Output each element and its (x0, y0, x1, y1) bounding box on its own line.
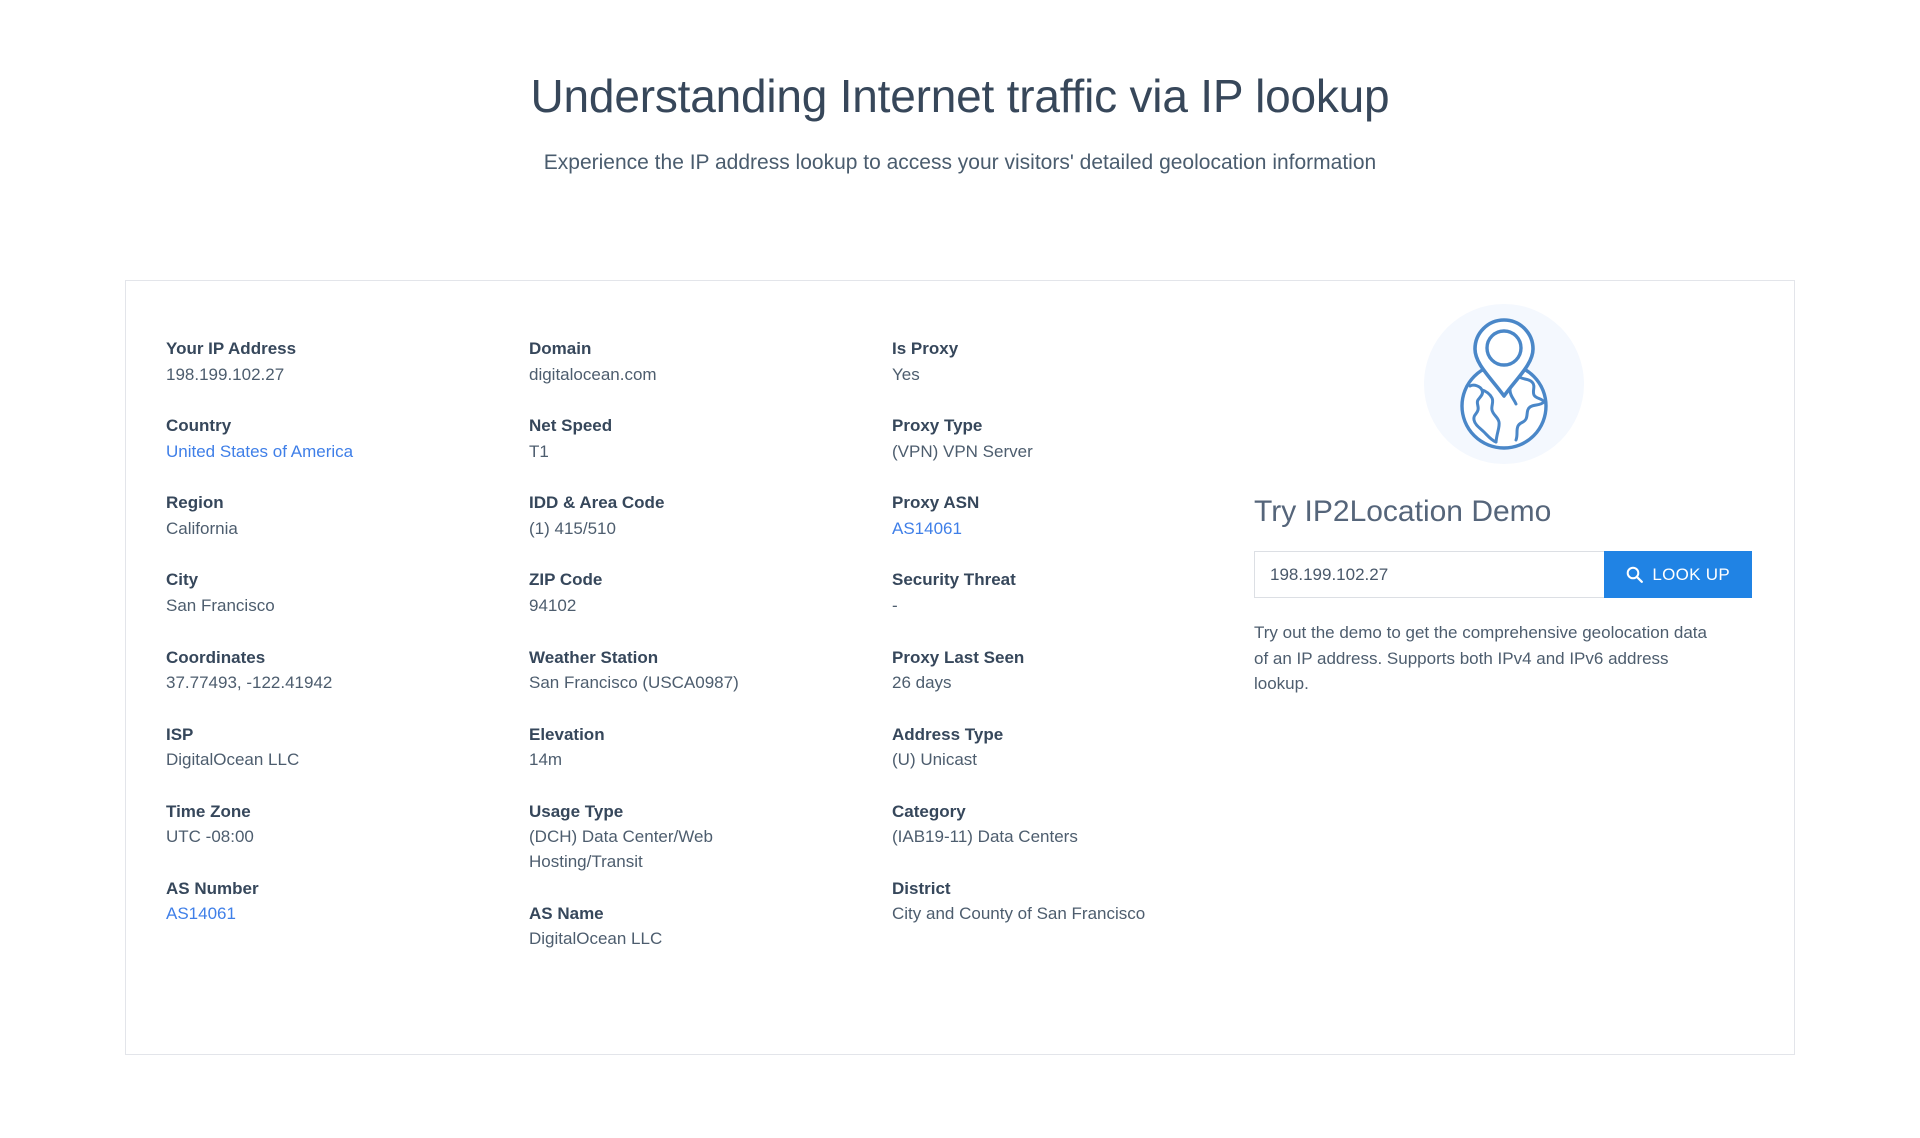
field-district: District City and County of San Francisc… (892, 876, 1222, 927)
field-value: 26 days (892, 673, 952, 693)
field-label: Proxy Type (892, 416, 983, 436)
look-up-button[interactable]: LOOK UP (1604, 551, 1752, 598)
field-country: Country United States of America (166, 413, 529, 464)
field-value: 37.77493, -122.41942 (166, 673, 333, 693)
ip-details-grid: Your IP Address 198.199.102.27 Country U… (166, 336, 1216, 952)
field-label: Usage Type (529, 801, 624, 821)
field-label: ZIP Code (529, 570, 603, 590)
field-label: Proxy Last Seen (892, 647, 1025, 667)
field-as-number: AS Number AS14061 (166, 876, 529, 927)
field-label: Time Zone (166, 801, 251, 821)
field-value: UTC -08:00 (166, 827, 254, 847)
field-label: Coordinates (166, 647, 266, 667)
look-up-button-label: LOOK UP (1652, 564, 1730, 584)
field-label: Elevation (529, 724, 605, 744)
field-value-link[interactable]: AS14061 (166, 902, 416, 927)
field-time-zone: Time Zone UTC -08:00 (166, 799, 529, 850)
field-value: DigitalOcean LLC (166, 750, 300, 770)
field-is-proxy: Is Proxy Yes (892, 336, 1222, 387)
field-domain: Domain digitalocean.com (529, 336, 892, 387)
globe-location-pin-icon (1444, 314, 1564, 454)
field-label: Security Threat (892, 570, 1016, 590)
field-label: AS Name (529, 903, 604, 923)
field-address-type: Address Type (U) Unicast (892, 722, 1222, 773)
globe-location-pin-icon-wrap (1254, 291, 1754, 476)
field-value: T1 (529, 441, 549, 461)
field-value-link[interactable]: AS14061 (892, 517, 1142, 542)
field-label: Net Speed (529, 416, 613, 436)
page-title: Understanding Internet traffic via IP lo… (530, 70, 1390, 122)
field-security-threat: Security Threat - (892, 567, 1222, 618)
field-proxy-asn: Proxy ASN AS14061 (892, 490, 1222, 541)
field-label: Region (166, 493, 224, 513)
field-value: (U) Unicast (892, 750, 978, 770)
field-label: AS Number (166, 878, 259, 898)
field-label: Weather Station (529, 647, 659, 667)
field-value: 94102 (529, 595, 577, 615)
field-coordinates: Coordinates 37.77493, -122.41942 (166, 645, 529, 696)
field-label: City (166, 570, 199, 590)
field-value: San Francisco (USCA0987) (529, 673, 739, 693)
card-inner: Your IP Address 198.199.102.27 Country U… (126, 281, 1794, 1054)
field-weather-station: Weather Station San Francisco (USCA0987) (529, 645, 892, 696)
field-label: IDD & Area Code (529, 493, 665, 513)
field-as-name: AS Name DigitalOcean LLC (529, 901, 892, 952)
field-city: City San Francisco (166, 567, 529, 618)
field-label: Domain (529, 339, 592, 358)
page-subtitle: Experience the IP address lookup to acce… (543, 150, 1377, 174)
field-value: DigitalOcean LLC (529, 929, 663, 949)
field-value: - (892, 595, 898, 615)
field-value: (DCH) Data Center/Web Hosting/Transit (529, 827, 713, 871)
field-proxy-last-seen: Proxy Last Seen 26 days (892, 645, 1222, 696)
field-value: Yes (892, 364, 920, 384)
field-label: Is Proxy (892, 339, 959, 358)
field-label: Country (166, 416, 232, 436)
hero-header: Understanding Internet traffic via IP lo… (0, 0, 1920, 177)
details-column-2: Domain digitalocean.com Net Speed T1 IDD… (529, 336, 892, 952)
field-net-speed: Net Speed T1 (529, 413, 892, 464)
field-value: (VPN) VPN Server (892, 441, 1033, 461)
field-label: ISP (166, 724, 194, 744)
demo-panel: Try IP2Location Demo LOOK UP Try out (1254, 291, 1754, 697)
ip-lookup-input[interactable] (1254, 551, 1605, 598)
search-icon (1626, 566, 1644, 583)
field-value-link[interactable]: United States of America (166, 440, 416, 465)
field-value: San Francisco (166, 595, 275, 615)
field-proxy-type: Proxy Type (VPN) VPN Server (892, 413, 1222, 464)
field-zip-code: ZIP Code 94102 (529, 567, 892, 618)
field-label: Your IP Address (166, 339, 297, 358)
demo-description: Try out the demo to get the comprehensiv… (1254, 623, 1707, 693)
field-value: 198.199.102.27 (166, 364, 285, 384)
field-region: Region California (166, 490, 529, 541)
details-column-3: Is Proxy Yes Proxy Type (VPN) VPN Server… (892, 336, 1222, 952)
field-label: Address Type (892, 724, 1004, 744)
field-value: (IAB19-11) Data Centers (892, 827, 1078, 847)
field-value: (1) 415/510 (529, 518, 616, 538)
demo-title: Try IP2Location Demo (1254, 495, 1552, 528)
field-value: 14m (529, 750, 563, 770)
field-label: District (892, 878, 951, 898)
field-your-ip-address: Your IP Address 198.199.102.27 (166, 336, 529, 387)
field-value: City and County of San Francisco (892, 904, 1146, 924)
field-category: Category (IAB19-11) Data Centers (892, 799, 1222, 850)
field-label: Category (892, 801, 966, 821)
field-isp: ISP DigitalOcean LLC (166, 722, 529, 773)
field-usage-type: Usage Type (DCH) Data Center/Web Hosting… (529, 799, 892, 875)
field-value: California (166, 518, 238, 538)
field-idd-area-code: IDD & Area Code (1) 415/510 (529, 490, 892, 541)
lookup-form: LOOK UP (1254, 551, 1752, 598)
page-root: Understanding Internet traffic via IP lo… (0, 0, 1920, 1138)
ip-details-card: Your IP Address 198.199.102.27 Country U… (125, 280, 1795, 1055)
field-elevation: Elevation 14m (529, 722, 892, 773)
field-value: digitalocean.com (529, 364, 657, 384)
details-column-1: Your IP Address 198.199.102.27 Country U… (166, 336, 529, 952)
field-label: Proxy ASN (892, 493, 980, 513)
